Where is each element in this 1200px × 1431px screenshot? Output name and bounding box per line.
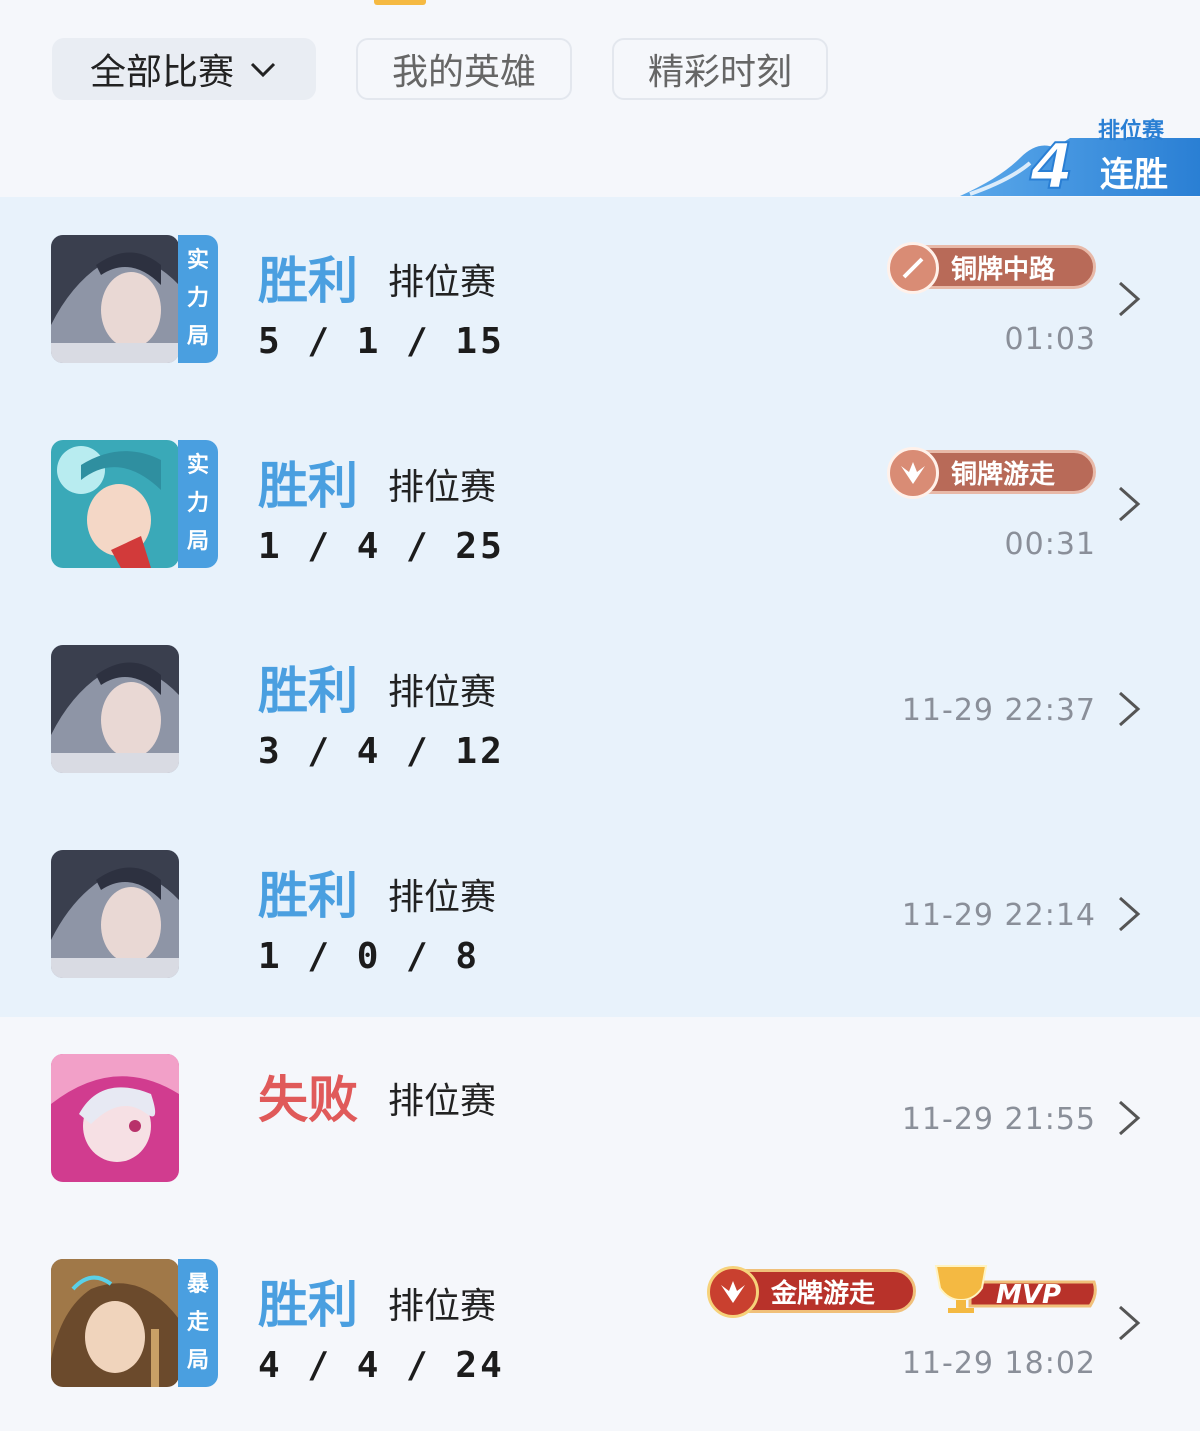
match-row[interactable]: 暴 走 局 胜利 排位赛 4 / 4 / 24 金牌游走 MVP 11-29 1… bbox=[0, 1222, 1200, 1427]
lane-badge: 铜牌游走 bbox=[887, 447, 1096, 499]
chevron-right-icon[interactable] bbox=[1116, 1098, 1142, 1138]
match-time: 00:31 bbox=[1004, 527, 1096, 562]
hero-avatar bbox=[51, 235, 179, 363]
badge-label: 铜牌游走 bbox=[951, 459, 1056, 490]
mode-tag-char: 局 bbox=[186, 529, 209, 554]
match-row[interactable]: 胜利 排位赛 1 / 0 / 8 11-29 22:14 bbox=[0, 812, 1200, 1017]
match-result: 失败 bbox=[258, 1071, 358, 1129]
hero-portrait-brown-hair bbox=[51, 1259, 179, 1387]
match-time: 01:03 bbox=[1004, 322, 1096, 357]
mode-tag-ranked-strength: 实 力 局 bbox=[178, 235, 218, 363]
match-time: 11-29 21:55 bbox=[901, 1102, 1096, 1137]
mvp-label: MVP bbox=[996, 1280, 1061, 1310]
all-matches-label: 全部比赛 bbox=[89, 52, 234, 93]
wings-icon bbox=[887, 447, 939, 499]
hero-avatar bbox=[51, 1054, 179, 1182]
match-time: 11-29 18:02 bbox=[901, 1346, 1096, 1381]
kda: 5 / 1 / 15 bbox=[258, 321, 505, 362]
badge-label: 铜牌中路 bbox=[951, 254, 1056, 285]
match-result: 胜利 bbox=[258, 457, 358, 515]
lane-badge: 金牌游走 bbox=[707, 1266, 916, 1318]
match-type: 排位赛 bbox=[388, 467, 497, 508]
match-type: 排位赛 bbox=[388, 1081, 497, 1122]
match-row[interactable]: 胜利 排位赛 3 / 4 / 12 11-29 22:37 bbox=[0, 607, 1200, 812]
filter-bar: 全部比赛 我的英雄 精彩时刻 bbox=[52, 38, 828, 100]
streak-mode: 排位赛 bbox=[1098, 118, 1165, 144]
hero-avatar bbox=[51, 440, 179, 568]
match-type: 排位赛 bbox=[388, 1286, 497, 1327]
chevron-right-icon[interactable] bbox=[1116, 1303, 1142, 1343]
sword-icon bbox=[887, 242, 939, 294]
match-row[interactable]: 失败 排位赛 11-29 21:55 bbox=[0, 1017, 1200, 1222]
match-type: 排位赛 bbox=[388, 672, 497, 713]
streak-label: 连胜 bbox=[1100, 155, 1168, 195]
mode-tag-char: 局 bbox=[186, 324, 209, 349]
chevron-right-icon[interactable] bbox=[1116, 484, 1142, 524]
match-time: 11-29 22:37 bbox=[901, 693, 1096, 728]
kda: 3 / 4 / 12 bbox=[258, 731, 505, 772]
highlights-label: 精彩时刻 bbox=[647, 52, 792, 93]
match-result: 胜利 bbox=[258, 867, 358, 925]
match-result: 胜利 bbox=[258, 662, 358, 720]
match-row[interactable]: 实 力 局 胜利 排位赛 1 / 4 / 25 铜牌游走 00:31 bbox=[0, 402, 1200, 607]
my-heroes-filter[interactable]: 我的英雄 bbox=[356, 38, 572, 100]
hero-portrait-dark-hair bbox=[51, 235, 179, 363]
match-result: 胜利 bbox=[258, 252, 358, 310]
match-type: 排位赛 bbox=[388, 262, 497, 303]
wings-icon bbox=[707, 1266, 759, 1318]
chevron-right-icon[interactable] bbox=[1116, 689, 1142, 729]
streak-count: 4 bbox=[1029, 130, 1073, 198]
hero-portrait-silver-hair bbox=[51, 1054, 179, 1182]
mode-tag-char: 暴 bbox=[186, 1272, 209, 1297]
mode-tag-char: 力 bbox=[186, 286, 209, 311]
mode-tag-rampage: 暴 走 局 bbox=[178, 1259, 218, 1387]
mode-tag-char: 力 bbox=[186, 491, 209, 516]
my-heroes-label: 我的英雄 bbox=[391, 52, 536, 93]
match-result: 胜利 bbox=[258, 1276, 358, 1334]
active-tab-indicator bbox=[374, 0, 426, 5]
mvp-badge: MVP bbox=[930, 1262, 1098, 1313]
lane-badge: 铜牌中路 bbox=[887, 242, 1096, 294]
highlights-filter[interactable]: 精彩时刻 bbox=[612, 38, 828, 100]
hero-avatar bbox=[51, 645, 179, 773]
match-type: 排位赛 bbox=[388, 877, 497, 918]
all-matches-dropdown[interactable]: 全部比赛 bbox=[52, 38, 316, 100]
badge-label: 金牌游走 bbox=[771, 1278, 876, 1309]
mode-tag-char: 局 bbox=[186, 1348, 209, 1373]
match-row[interactable]: 实 力 局 胜利 排位赛 5 / 1 / 15 铜牌中路 01:03 bbox=[0, 197, 1200, 402]
hero-portrait-teal-hair bbox=[51, 440, 179, 568]
hero-avatar bbox=[51, 1259, 179, 1387]
chevron-down-icon bbox=[250, 62, 276, 78]
win-streak-badge: 4 排位赛 连胜 bbox=[960, 118, 1200, 198]
mode-tag-char: 实 bbox=[186, 453, 209, 478]
trophy-icon: MVP bbox=[934, 1265, 1097, 1313]
hero-portrait-dark-hair bbox=[51, 850, 179, 978]
hero-avatar bbox=[51, 850, 179, 978]
kda: 4 / 4 / 24 bbox=[258, 1345, 505, 1386]
mode-tag-char: 实 bbox=[186, 248, 209, 273]
chevron-right-icon[interactable] bbox=[1116, 279, 1142, 319]
chevron-right-icon[interactable] bbox=[1116, 894, 1142, 934]
kda: 1 / 0 / 8 bbox=[258, 936, 481, 977]
mode-tag-ranked-strength: 实 力 局 bbox=[178, 440, 218, 568]
kda: 1 / 4 / 25 bbox=[258, 526, 505, 567]
match-time: 11-29 22:14 bbox=[901, 898, 1096, 933]
hero-portrait-dark-hair bbox=[51, 645, 179, 773]
mode-tag-char: 走 bbox=[186, 1310, 209, 1335]
